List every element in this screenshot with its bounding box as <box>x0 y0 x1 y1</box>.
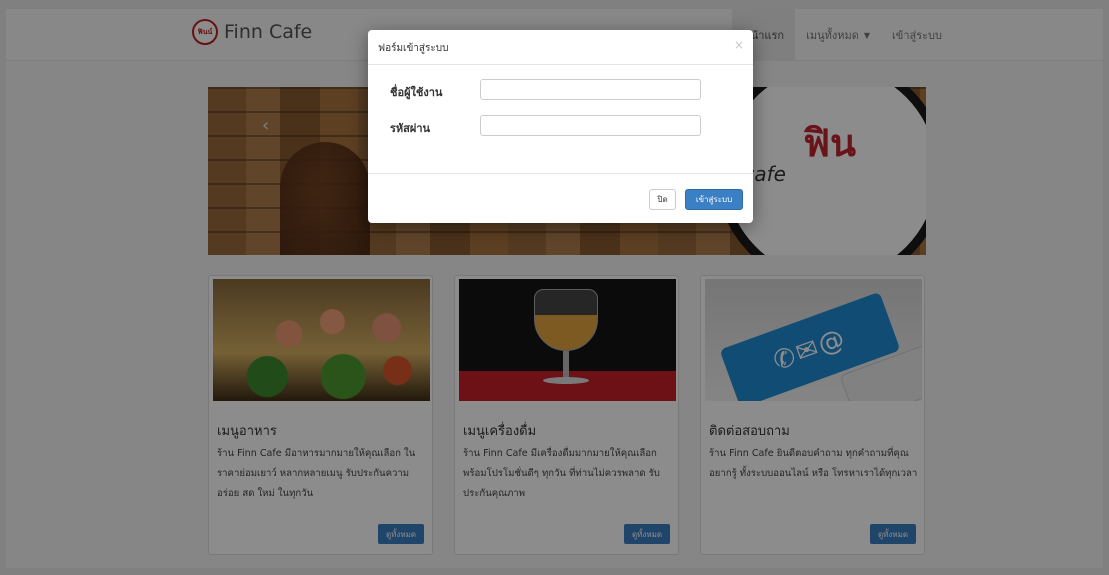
username-field[interactable] <box>480 79 701 100</box>
login-modal: ฟอร์มเข้าสู่ระบบ × ชื่อผู้ใช้งาน รหัสผ่า… <box>368 30 753 223</box>
password-label: รหัสผ่าน <box>390 122 431 135</box>
username-label: ชื่อผู้ใช้งาน <box>390 86 443 99</box>
login-button[interactable]: เข้าสู่ระบบ <box>685 189 743 210</box>
modal-title: ฟอร์มเข้าสู่ระบบ <box>378 43 449 54</box>
modal-footer: ปิด เข้าสู่ระบบ <box>368 173 753 223</box>
close-button[interactable]: ปิด <box>649 189 676 210</box>
password-field[interactable] <box>480 115 701 136</box>
password-row: รหัสผ่าน <box>368 115 753 137</box>
close-icon[interactable]: × <box>734 38 744 52</box>
username-row: ชื่อผู้ใช้งาน <box>368 79 753 101</box>
modal-header: ฟอร์มเข้าสู่ระบบ × <box>368 30 753 65</box>
